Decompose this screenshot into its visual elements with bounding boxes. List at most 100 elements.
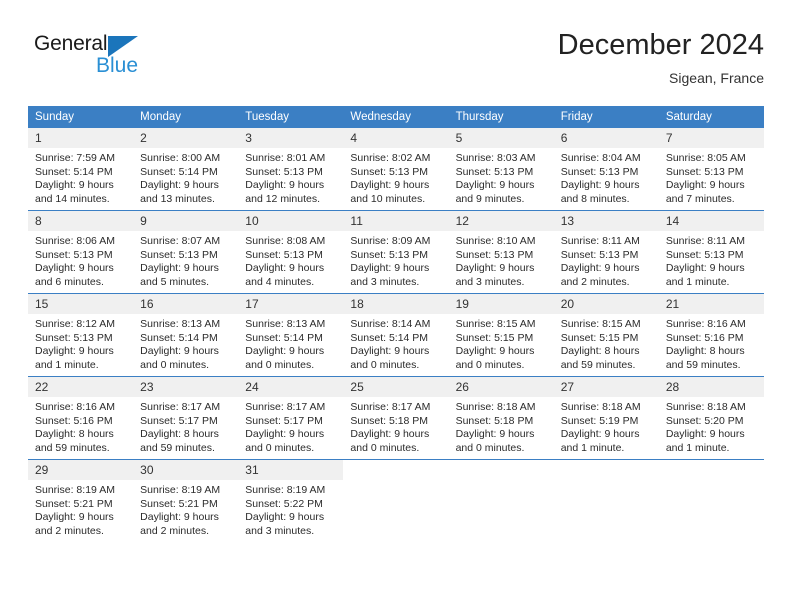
day-cell-inner: 20 Sunrise: 8:15 AM Sunset: 5:15 PM Dayligh…	[553, 294, 659, 376]
day-cell-inner: 25 Sunrise: 8:17 AM Sunset: 5:18 PM Dayligh…	[343, 377, 449, 459]
calendar-day-cell[interactable]: 13 Sunrise: 8:11 AM Sunset: 5:13 PM Dayligh…	[553, 210, 659, 294]
calendar-day-cell[interactable]: 26 Sunrise: 8:18 AM Sunset: 5:18 PM Dayligh…	[448, 376, 554, 460]
sunrise-text: Sunrise: 8:02 AM	[350, 152, 431, 164]
calendar-day-cell[interactable]: 1 Sunrise: 7:59 AM Sunset: 5:14 PM Daylight…	[28, 128, 134, 211]
page-title: December 2024	[557, 29, 764, 61]
daylight-text-line1: Daylight: 9 hours	[455, 262, 535, 275]
daylight-text-line1: Daylight: 9 hours	[560, 179, 640, 192]
day-cell-inner: 9 Sunrise: 8:07 AM Sunset: 5:13 PM Daylight…	[133, 211, 239, 293]
calendar-day-cell[interactable]: 14 Sunrise: 8:11 AM Sunset: 5:13 PM Dayligh…	[658, 210, 764, 294]
calendar-day-cell[interactable]: 18 Sunrise: 8:14 AM Sunset: 5:14 PM Dayligh…	[343, 293, 449, 377]
day-number: 20	[553, 294, 659, 314]
day-cell-inner: 1 Sunrise: 7:59 AM Sunset: 5:14 PM Daylight…	[28, 128, 134, 210]
daylight-text-line2: and 1 minute.	[665, 275, 730, 288]
day-number: 30	[133, 460, 239, 480]
day-cell-inner: 2 Sunrise: 8:00 AM Sunset: 5:14 PM Daylight…	[133, 128, 239, 210]
sunset-text: Sunset: 5:19 PM	[560, 414, 639, 427]
calendar-day-cell[interactable]: 5 Sunrise: 8:03 AM Sunset: 5:13 PM Daylight…	[448, 128, 554, 211]
calendar-day-cell[interactable]: 25 Sunrise: 8:17 AM Sunset: 5:18 PM Dayligh…	[343, 376, 449, 460]
calendar-day-cell[interactable]: 20 Sunrise: 8:15 AM Sunset: 5:15 PM Dayligh…	[553, 293, 659, 377]
day-number: 28	[658, 377, 764, 397]
weekday-header-row: Sunday Monday Tuesday Wednesday Thursday…	[28, 106, 764, 128]
sunset-text: Sunset: 5:13 PM	[35, 248, 113, 261]
calendar-day-cell[interactable]: 28 Sunrise: 8:18 AM Sunset: 5:20 PM Dayligh…	[658, 376, 764, 460]
day-number: 16	[133, 294, 239, 314]
daylight-text-line1: Daylight: 9 hours	[140, 511, 219, 524]
day-cell-inner: 10 Sunrise: 8:08 AM Sunset: 5:13 PM Dayligh…	[238, 211, 344, 293]
calendar-day-cell[interactable]: 30 Sunrise: 8:19 AM Sunset: 5:21 PM Dayligh…	[133, 459, 239, 542]
weekday-header-wednesday: Wednesday	[343, 106, 449, 128]
calendar-day-cell[interactable]: 22 Sunrise: 8:16 AM Sunset: 5:16 PM Dayligh…	[28, 376, 134, 460]
sunrise-text: Sunrise: 8:16 AM	[665, 318, 746, 330]
day-details	[554, 480, 659, 484]
day-details: Sunrise: 8:06 AM Sunset: 5:13 PM Daylight:…	[28, 231, 133, 289]
weekday-header-sunday: Sunday	[28, 106, 134, 128]
page-header: General Blue December 2024 Sigean, Franc…	[28, 28, 764, 98]
calendar-day-cell[interactable]: 27 Sunrise: 8:18 AM Sunset: 5:19 PM Dayligh…	[553, 376, 659, 460]
day-number: 1	[28, 128, 134, 148]
daylight-text-line2: and 12 minutes.	[245, 192, 320, 205]
calendar-day-cell[interactable]: 24 Sunrise: 8:17 AM Sunset: 5:17 PM Dayligh…	[238, 376, 344, 460]
calendar-day-cell[interactable]: 6 Sunrise: 8:04 AM Sunset: 5:13 PM Daylight…	[553, 128, 659, 211]
calendar-day-cell[interactable]: 16 Sunrise: 8:13 AM Sunset: 5:14 PM Dayligh…	[133, 293, 239, 377]
calendar-day-cell[interactable]: 2 Sunrise: 8:00 AM Sunset: 5:14 PM Daylight…	[133, 128, 239, 211]
day-cell-inner: 3 Sunrise: 8:01 AM Sunset: 5:13 PM Daylight…	[238, 128, 344, 210]
calendar-day-cell[interactable]: 23 Sunrise: 8:17 AM Sunset: 5:17 PM Dayligh…	[133, 376, 239, 460]
daylight-text-line2: and 59 minutes.	[140, 441, 215, 454]
weekday-header-friday: Friday	[553, 106, 659, 128]
day-number: 27	[553, 377, 659, 397]
sunrise-text: Sunrise: 8:15 AM	[455, 318, 536, 330]
day-details: Sunrise: 8:19 AM Sunset: 5:21 PM Daylight:…	[133, 480, 238, 538]
calendar-day-cell[interactable]: 11 Sunrise: 8:09 AM Sunset: 5:13 PM Dayligh…	[343, 210, 449, 294]
calendar-day-cell[interactable]: 17 Sunrise: 8:13 AM Sunset: 5:14 PM Dayligh…	[238, 293, 344, 377]
daylight-text-line2: and 6 minutes.	[35, 275, 104, 288]
day-cell-inner: 12 Sunrise: 8:10 AM Sunset: 5:13 PM Dayligh…	[448, 211, 554, 293]
sunrise-sunset-calendar: Sunday Monday Tuesday Wednesday Thursday…	[28, 106, 764, 542]
calendar-day-cell[interactable]: 3 Sunrise: 8:01 AM Sunset: 5:13 PM Daylight…	[238, 128, 344, 211]
daylight-text-line1: Daylight: 9 hours	[245, 428, 325, 441]
sunset-text: Sunset: 5:13 PM	[350, 248, 429, 261]
calendar-day-cell-empty	[448, 459, 554, 542]
sunset-text: Sunset: 5:13 PM	[350, 165, 429, 178]
calendar-body: 1 Sunrise: 7:59 AM Sunset: 5:14 PM Daylight…	[28, 128, 764, 542]
daylight-text-line1: Daylight: 9 hours	[245, 345, 325, 358]
day-details: Sunrise: 8:03 AM Sunset: 5:13 PM Daylight:…	[449, 148, 554, 206]
calendar-day-cell[interactable]: 29 Sunrise: 8:19 AM Sunset: 5:21 PM Dayligh…	[28, 459, 134, 542]
weekday-header-monday: Monday	[133, 106, 239, 128]
day-cell-inner: 28 Sunrise: 8:18 AM Sunset: 5:20 PM Dayligh…	[658, 377, 764, 459]
calendar-day-cell[interactable]: 15 Sunrise: 8:12 AM Sunset: 5:13 PM Dayligh…	[28, 293, 134, 377]
daylight-text-line2: and 14 minutes.	[35, 192, 110, 205]
day-details	[449, 480, 554, 484]
sunrise-text: Sunrise: 8:17 AM	[245, 401, 326, 413]
sunset-text: Sunset: 5:13 PM	[245, 248, 323, 261]
calendar-day-cell[interactable]: 19 Sunrise: 8:15 AM Sunset: 5:15 PM Dayligh…	[448, 293, 554, 377]
daylight-text-line1: Daylight: 9 hours	[350, 179, 430, 192]
sunset-text: Sunset: 5:15 PM	[455, 331, 534, 344]
calendar-day-cell[interactable]: 7 Sunrise: 8:05 AM Sunset: 5:13 PM Daylight…	[658, 128, 764, 211]
logo-text-general: General	[34, 32, 108, 55]
daylight-text-line2: and 1 minute.	[35, 358, 99, 371]
calendar-day-cell[interactable]: 21 Sunrise: 8:16 AM Sunset: 5:16 PM Dayligh…	[658, 293, 764, 377]
calendar-day-cell[interactable]: 8 Sunrise: 8:06 AM Sunset: 5:13 PM Daylight…	[28, 210, 134, 294]
day-details: Sunrise: 8:08 AM Sunset: 5:13 PM Daylight:…	[238, 231, 343, 289]
day-number: 7	[658, 128, 764, 148]
daylight-text-line2: and 0 minutes.	[140, 358, 210, 371]
sunrise-text: Sunrise: 8:00 AM	[140, 152, 221, 164]
sunset-text: Sunset: 5:13 PM	[560, 165, 639, 178]
sunset-text: Sunset: 5:16 PM	[665, 331, 744, 344]
daylight-text-line2: and 2 minutes.	[560, 275, 630, 288]
calendar-day-cell[interactable]: 4 Sunrise: 8:02 AM Sunset: 5:13 PM Daylight…	[343, 128, 449, 211]
sunset-text: Sunset: 5:18 PM	[455, 414, 534, 427]
day-details: Sunrise: 8:17 AM Sunset: 5:17 PM Daylight:…	[133, 397, 238, 455]
calendar-day-cell[interactable]: 9 Sunrise: 8:07 AM Sunset: 5:13 PM Daylight…	[133, 210, 239, 294]
calendar-day-cell[interactable]: 31 Sunrise: 8:19 AM Sunset: 5:22 PM Dayligh…	[238, 459, 344, 542]
sunrise-text: Sunrise: 8:08 AM	[245, 235, 326, 247]
daylight-text-line2: and 2 minutes.	[35, 524, 104, 537]
day-details: Sunrise: 8:09 AM Sunset: 5:13 PM Daylight:…	[343, 231, 448, 289]
daylight-text-line2: and 59 minutes.	[560, 358, 636, 371]
calendar-day-cell[interactable]: 10 Sunrise: 8:08 AM Sunset: 5:13 PM Dayligh…	[238, 210, 344, 294]
calendar-day-cell[interactable]: 12 Sunrise: 8:10 AM Sunset: 5:13 PM Dayligh…	[448, 210, 554, 294]
calendar-page: General Blue December 2024 Sigean, Franc…	[0, 0, 792, 612]
sunrise-text: Sunrise: 8:11 AM	[665, 235, 746, 247]
sunset-text: Sunset: 5:13 PM	[35, 331, 113, 344]
